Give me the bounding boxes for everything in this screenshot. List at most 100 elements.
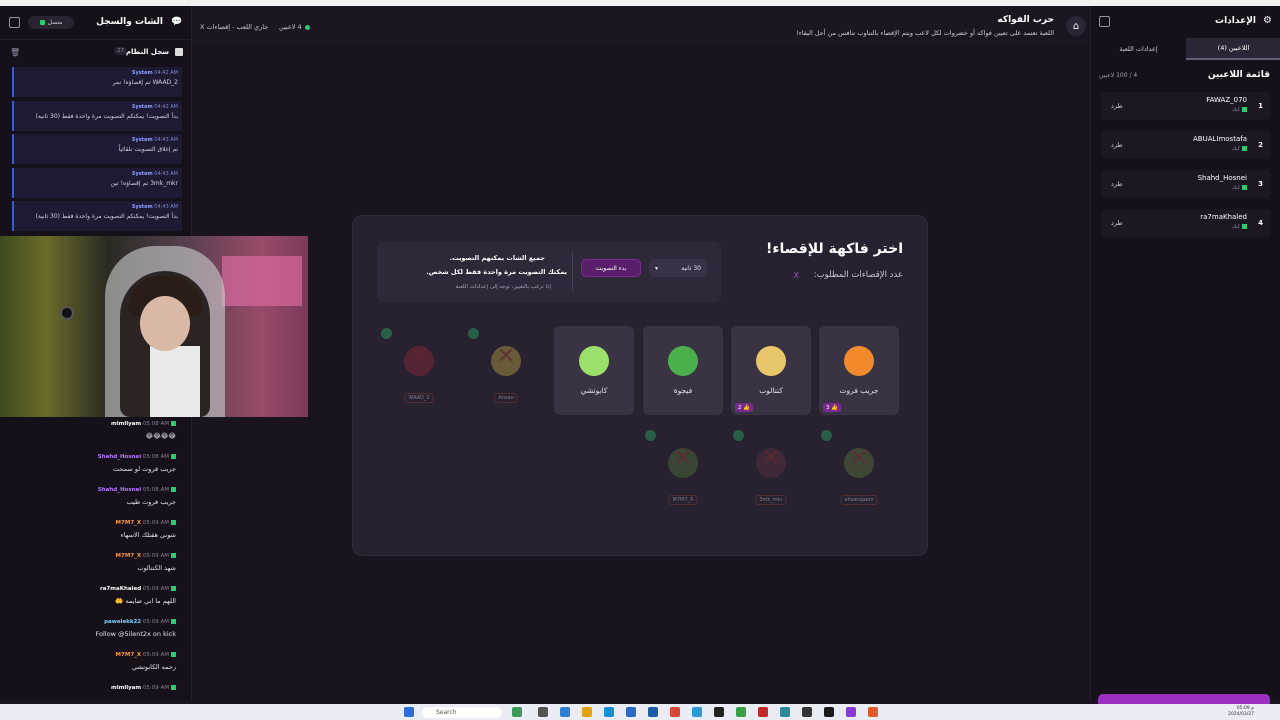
taskbar-app-icon[interactable] <box>758 707 768 717</box>
message-user[interactable]: mlmllyam <box>111 421 141 427</box>
message-time: 05:09 AM <box>142 586 169 592</box>
tab-game-settings[interactable]: إعدادات اللعبة <box>1091 38 1186 60</box>
elimination-modal: اختر فاكهة للإقصاء! عدد الإقصاءات المطلو… <box>352 215 928 556</box>
fruit-name: كنتالوب <box>759 386 783 395</box>
elimination-count-label: عدد الإقصاءات المطلوب: <box>813 270 903 280</box>
home-button[interactable]: ⌂ <box>1066 16 1086 36</box>
message-meta: ra7maKhaled 05:09 AM <box>0 586 176 592</box>
player-name: Shahd_Hosnei <box>1197 174 1247 182</box>
message-user[interactable]: M7M7_X <box>116 553 142 559</box>
message-user[interactable]: pawelekk22 <box>104 619 141 625</box>
message-time: 05:09 AM <box>142 619 169 625</box>
vote-note-settings: إذا ترغب بالتغيير، توجه إلى إعدادات اللع… <box>455 284 551 290</box>
taskbar-app-icon[interactable] <box>714 707 724 717</box>
message-text: شوني هقتلك الاسهاء <box>120 531 176 539</box>
taskbar-app-icon[interactable] <box>846 707 856 717</box>
taskbar-search[interactable]: Search <box>422 707 502 718</box>
taskbar-app-icon[interactable] <box>670 707 680 717</box>
log-item: System 04:43 AM 3mk_mkr تم إقصاؤه! تين <box>12 167 182 198</box>
taskbar-app-icon[interactable] <box>582 707 592 717</box>
collapse-panel-icon[interactable] <box>9 17 20 28</box>
kick-badge-icon <box>171 652 176 657</box>
player-name: ra7maKhaled <box>1200 213 1247 221</box>
taskbar-app-icon[interactable] <box>868 707 878 717</box>
player-platform: كيك <box>1232 185 1247 191</box>
eliminated-card: ✕ Ansan <box>466 326 546 415</box>
message-time: 05:09 AM <box>142 520 169 526</box>
taskbar-app-icon[interactable] <box>512 707 522 717</box>
log-time: 04:43 AM <box>154 204 178 210</box>
system-log-header[interactable]: سجل النظام 27 🗑 <box>0 44 191 64</box>
message-user[interactable]: Shahd_Hosnei <box>98 454 141 460</box>
log-sender: System <box>131 137 153 143</box>
start-icon[interactable] <box>404 707 414 717</box>
eliminated-player-tag: 3mk_mkr <box>755 495 787 505</box>
message-user[interactable]: M7M7_X <box>116 652 142 658</box>
players-count-label: 4 لاعبين <box>279 23 302 31</box>
kick-player-button[interactable]: طرد <box>1111 180 1123 188</box>
chat-icon: 💬 <box>171 17 183 27</box>
player-platform-label: كيك <box>1231 185 1240 191</box>
message-user[interactable]: Shahd_Hosnei <box>98 487 141 493</box>
message-user[interactable]: ra7maKhaled <box>100 586 141 592</box>
kick-badge-icon <box>171 454 176 459</box>
tab-players[interactable]: اللاعبين (4) <box>1186 38 1280 60</box>
message-time: 05:08 AM <box>142 421 169 427</box>
fruit-card[interactable]: كابوتشي <box>554 326 634 415</box>
fruit-card[interactable]: جريب فروت 3 👍 <box>819 326 899 415</box>
action-button-edge[interactable] <box>1098 694 1270 704</box>
eliminated-card: ✕ ahsanqaam <box>819 428 899 517</box>
trash-icon[interactable]: 🗑 <box>10 48 20 57</box>
chat-title: الشات والسجل <box>96 17 163 27</box>
taskbar-app-icon[interactable] <box>560 707 570 717</box>
webcam-wall-board <box>222 256 302 306</box>
taskbar-app-icon[interactable] <box>802 707 812 717</box>
taskbar-app-icon[interactable] <box>538 707 548 717</box>
taskbar-app-icon[interactable] <box>824 707 834 717</box>
kick-player-button[interactable]: طرد <box>1111 219 1123 227</box>
log-sender: System <box>131 170 153 177</box>
app-title: حرب الفواكه <box>997 15 1054 25</box>
taskbar-app-icon[interactable] <box>780 707 790 717</box>
chat-message: M7M7_X 05:09 AM شوني هقتلك الاسهاء <box>0 518 186 551</box>
taskbar-app-icon[interactable] <box>604 707 614 717</box>
log-count-badge: 27 <box>114 47 127 55</box>
system-log-title: سجل النظام <box>125 48 169 56</box>
vote-note-once: يمكنك التصويت مرة واحدة فقط لكل شخص. <box>426 268 567 276</box>
taskbar-clock[interactable]: م 05:09 2024/03/27 <box>1228 706 1254 718</box>
webcam-face <box>140 296 190 351</box>
kick-icon <box>39 20 45 25</box>
vote-count-badge: 2 👍 <box>735 403 754 412</box>
player-number: 1 <box>1258 102 1263 110</box>
check-icon <box>468 328 479 339</box>
player-row: 2 ABUALImostafa كيك طرد <box>1101 131 1271 159</box>
taskbar-app-icon[interactable] <box>626 707 636 717</box>
collapse-panel-icon[interactable] <box>1099 16 1110 27</box>
message-text: جريب فروت لو سمحت <box>112 465 176 473</box>
vote-count: 2 <box>738 404 742 411</box>
taskbar-app-icon[interactable] <box>692 707 702 717</box>
log-toggle-checkbox[interactable] <box>175 48 183 56</box>
taskbar-app-icon[interactable] <box>648 707 658 717</box>
message-user[interactable]: M7M7_X <box>116 520 142 526</box>
player-platform: كيك <box>1232 146 1247 152</box>
eliminated-player-tag: WAAD_2 <box>404 393 434 403</box>
player-name: ABUALImostafa <box>1192 135 1247 143</box>
message-meta: M7M7_X 05:09 AM <box>0 520 176 526</box>
log-meta: System 04:43 AM <box>18 171 178 177</box>
start-vote-button[interactable]: بدء التصويت <box>581 259 641 277</box>
eliminated-x-icon: ✕ <box>849 446 869 471</box>
chat-message: mlmllyam 05:08 AM 😂😂😂😂 <box>0 419 186 452</box>
message-user[interactable]: mlmllyam <box>111 685 141 691</box>
modal-title: اختر فاكهة للإقصاء! <box>765 241 903 257</box>
fruit-card[interactable]: فيجوة <box>643 326 723 415</box>
elimination-count-value: X <box>793 271 799 280</box>
chat-header: 💬 الشات والسجل متصل <box>0 6 191 40</box>
player-number: 4 <box>1258 219 1263 227</box>
taskbar-app-icon[interactable] <box>736 707 746 717</box>
vote-duration-select[interactable]: 30 ثانية ▾ <box>649 259 707 277</box>
kick-player-button[interactable]: طرد <box>1111 102 1123 110</box>
fruit-card[interactable]: كنتالوب 2 👍 <box>731 326 811 415</box>
eliminated-x-icon: ✕ <box>761 446 781 471</box>
kick-player-button[interactable]: طرد <box>1111 141 1123 149</box>
